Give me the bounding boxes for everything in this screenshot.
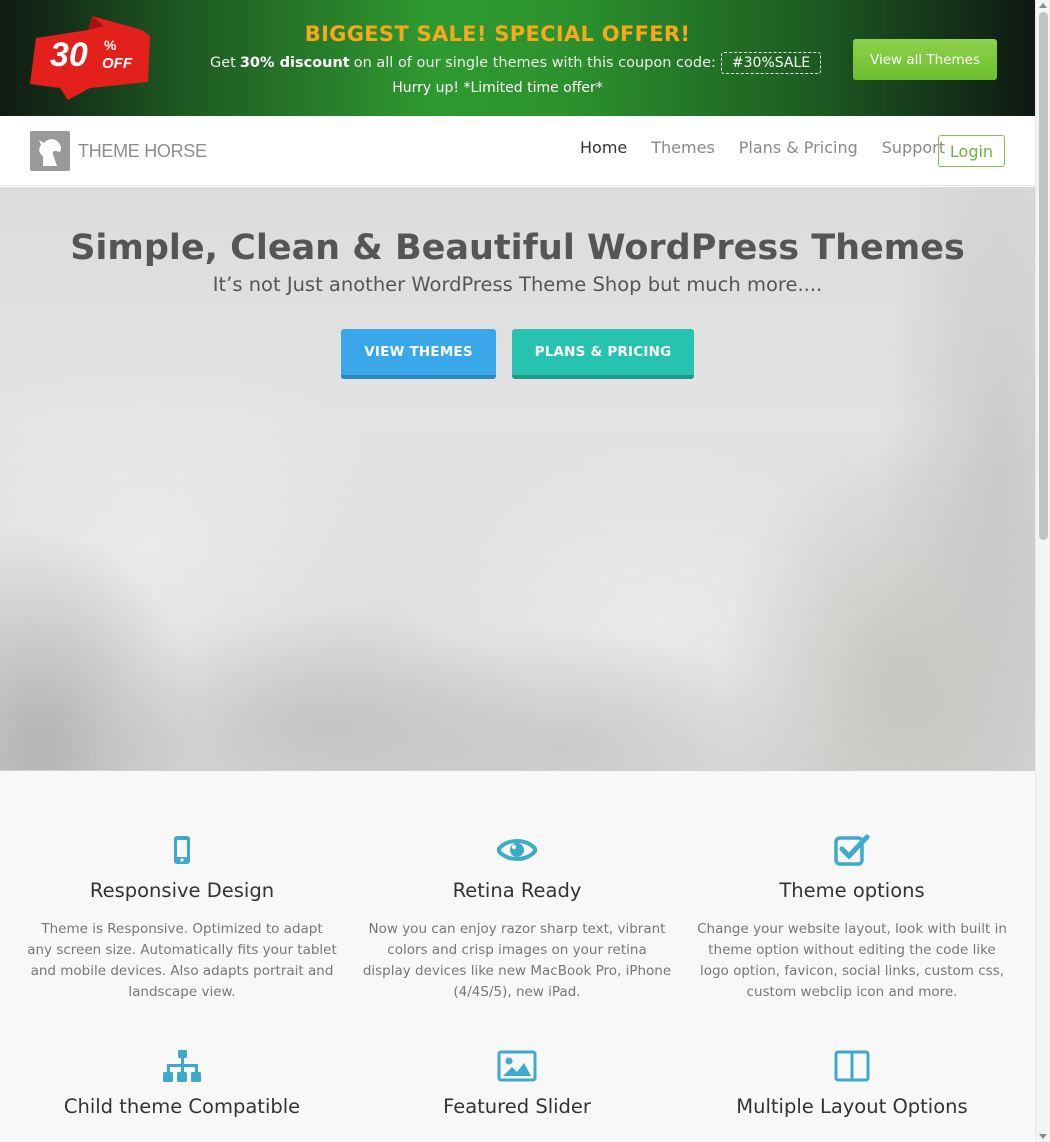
feature-title: Theme options: [779, 879, 925, 902]
scrollbar-thumb[interactable]: [1039, 12, 1048, 540]
feature-slider: Featured Slider: [362, 1049, 672, 1118]
feature-title: Responsive Design: [89, 879, 275, 902]
promo-banner: 30 % OFF BIGGEST SALE! SPECIAL OFFER! Ge…: [0, 0, 1035, 116]
feature-layout: Multiple Layout Options: [697, 1049, 1007, 1118]
feature-text: Theme is Responsive. Optimized to adapt …: [27, 921, 337, 1000]
checkbox-icon: [697, 833, 1007, 867]
feature-title: Featured Slider: [443, 1095, 591, 1118]
coupon-code: #30%SALE: [720, 52, 822, 74]
page-scrollbar[interactable]: [1035, 0, 1050, 1142]
nav-home[interactable]: Home: [580, 138, 627, 157]
promo-text: Get 30% discount on all of our single th…: [210, 52, 822, 74]
feature-text: Now you can enjoy razor sharp text, vibr…: [362, 921, 672, 1000]
sale-badge-off: OFF: [102, 55, 133, 72]
site-logo[interactable]: THEME HORSE: [30, 131, 207, 171]
logo-text: THEME HORSE: [78, 140, 207, 161]
mobile-icon: [27, 833, 337, 867]
eye-icon: [362, 833, 672, 867]
promo-hurry-text: Hurry up! *Limited time offer*: [392, 80, 603, 96]
feature-title: Retina Ready: [452, 879, 582, 902]
feature-retina: Retina Ready Now you can enjoy razor sha…: [362, 833, 672, 1003]
site-header: THEME HORSE Home Themes Plans & Pricing …: [0, 116, 1035, 186]
promo-text-suffix: on all of our single themes with this co…: [353, 55, 716, 71]
sitemap-icon: [27, 1049, 337, 1083]
nav-support[interactable]: Support: [882, 138, 945, 157]
plans-pricing-button[interactable]: PLANS & PRICING: [512, 329, 694, 379]
promo-text-bold: 30% discount: [239, 55, 350, 71]
view-themes-button[interactable]: VIEW THEMES: [341, 329, 496, 379]
features-section: Responsive Design Theme is Responsive. O…: [0, 771, 1035, 1142]
promo-title: BIGGEST SALE! SPECIAL OFFER!: [304, 22, 691, 46]
feature-text: Change your website layout, look with bu…: [697, 921, 1007, 1000]
horse-logo-icon: [30, 131, 70, 171]
scroll-down-arrow-icon[interactable]: [1039, 1134, 1047, 1139]
hero-subtitle: It’s not Just another WordPress Theme Sh…: [212, 273, 823, 296]
nav-plans-pricing[interactable]: Plans & Pricing: [739, 138, 858, 157]
main-nav: Home Themes Plans & Pricing Support: [580, 138, 969, 157]
feature-child-theme: Child theme Compatible: [27, 1049, 337, 1118]
feature-title: Multiple Layout Options: [736, 1095, 968, 1118]
login-button[interactable]: Login: [938, 135, 1005, 167]
hero-title: Simple, Clean & Beautiful WordPress Them…: [70, 228, 965, 268]
promo-text-prefix: Get: [210, 55, 236, 71]
feature-theme-options: Theme options Change your website layout…: [697, 833, 1007, 1003]
view-all-themes-button[interactable]: View all Themes: [853, 39, 997, 80]
hero-section: Simple, Clean & Beautiful WordPress Them…: [0, 187, 1035, 771]
image-icon: [362, 1049, 672, 1083]
nav-themes[interactable]: Themes: [651, 138, 715, 157]
feature-title: Child theme Compatible: [63, 1095, 301, 1118]
scroll-up-arrow-icon[interactable]: [1039, 3, 1047, 8]
feature-responsive: Responsive Design Theme is Responsive. O…: [27, 833, 337, 1003]
columns-icon: [697, 1049, 1007, 1083]
